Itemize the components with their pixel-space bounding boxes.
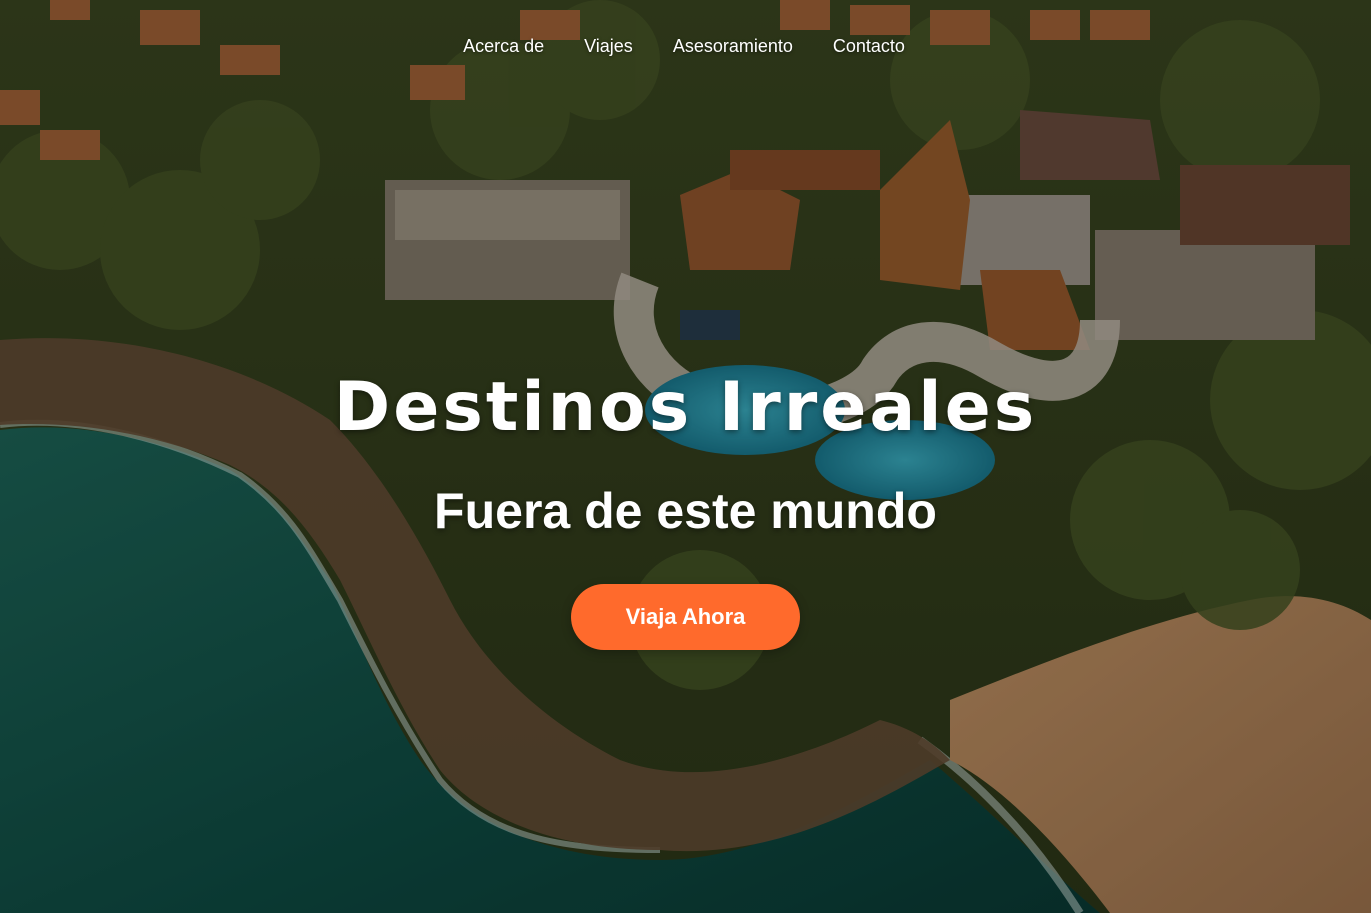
nav-link-acerca-de[interactable]: Acerca de: [463, 36, 544, 57]
nav-link-viajes[interactable]: Viajes: [584, 36, 633, 57]
nav-links: Acerca de Viajes Asesoramiento Contacto: [463, 36, 905, 57]
nav-link-contacto[interactable]: Contacto: [833, 36, 905, 57]
hero-section: Acerca de Viajes Asesoramiento Contacto …: [0, 0, 1371, 913]
hero-subtitle: Fuera de este mundo: [434, 483, 937, 539]
nav-link-asesoramiento[interactable]: Asesoramiento: [673, 36, 793, 57]
background-overlay: [0, 0, 1371, 913]
travel-now-button[interactable]: Viaja Ahora: [571, 584, 800, 650]
hero-title: Destinos Irreales: [333, 368, 1038, 447]
main-navigation: Acerca de Viajes Asesoramiento Contacto: [0, 36, 1371, 57]
